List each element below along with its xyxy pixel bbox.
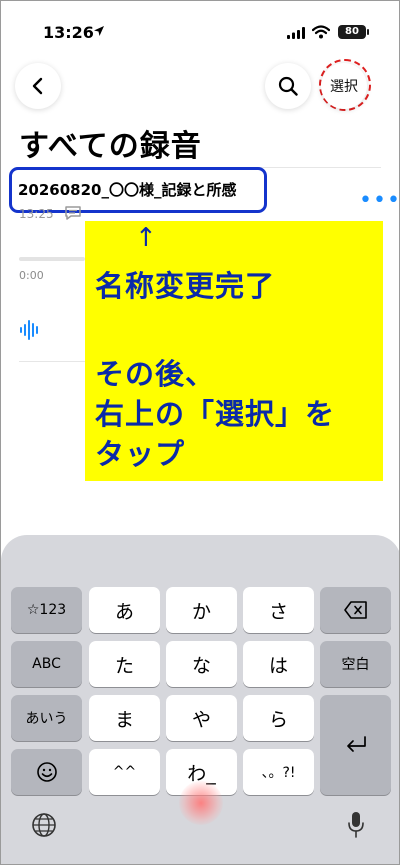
callout-line: その後、 [95,357,216,391]
search-button[interactable] [265,63,311,109]
key-kana-mode[interactable]: あいう [11,695,82,741]
location-arrow-icon [94,26,104,36]
key-emoji[interactable] [11,749,82,795]
cellular-signal-icon [287,27,305,39]
recording-time: 13:25 [19,207,54,221]
key-ha[interactable]: は [243,641,314,687]
phone-screen: 13:26 80 選択 すべての録音 20260820_〇〇様_記録と所感 13… [0,0,400,865]
callout-line: 右上の「選択」を [95,397,336,431]
status-time: 13:26 [43,23,94,42]
key-abc-mode[interactable]: ABC [11,641,82,687]
divider [19,361,85,362]
callout-line: タップ [95,437,186,471]
key-kaomoji[interactable]: ^^ [89,749,160,795]
emoji-icon [36,762,57,782]
key-space[interactable]: 空白 [320,641,391,687]
recording-name[interactable]: 20260820_〇〇様_記録と所感 [18,179,237,200]
key-ta[interactable]: た [89,641,160,687]
playback-timeline[interactable] [19,257,85,261]
transcript-bubble-icon[interactable] [64,205,82,221]
key-na[interactable]: な [166,641,237,687]
status-bar: 13:26 80 [1,1,399,59]
page-title: すべての録音 [19,129,202,164]
callout-line: 名称変更完了 [95,269,276,303]
key-ya[interactable]: や [166,695,237,741]
key-sa[interactable]: さ [243,587,314,633]
battery-indicator: 80 [338,25,366,39]
key-ra[interactable]: ら [243,695,314,741]
touch-indicator [179,781,223,825]
back-button[interactable] [15,63,61,109]
key-number-mode[interactable]: ☆123 [11,587,82,633]
chevron-left-icon [32,77,43,95]
backspace-icon [343,601,367,619]
key-backspace[interactable] [320,587,391,633]
return-icon [346,736,366,752]
key-ka[interactable]: か [166,587,237,633]
key-return[interactable] [320,695,391,795]
up-arrow-annotation: ↑ [135,223,157,253]
more-options-button[interactable]: ••• [359,190,399,212]
wifi-icon [312,25,330,39]
globe-icon[interactable] [31,812,57,838]
key-a[interactable]: あ [89,587,160,633]
search-icon [278,76,298,96]
battery-tip [367,29,369,35]
key-ma[interactable]: ま [89,695,160,741]
microphone-icon[interactable] [347,811,365,839]
waveform-icon[interactable] [19,319,41,341]
select-button[interactable]: 選択 [321,63,367,109]
timeline-start-time: 0:00 [19,269,44,282]
key-punctuation[interactable]: 、。?! [243,749,314,795]
